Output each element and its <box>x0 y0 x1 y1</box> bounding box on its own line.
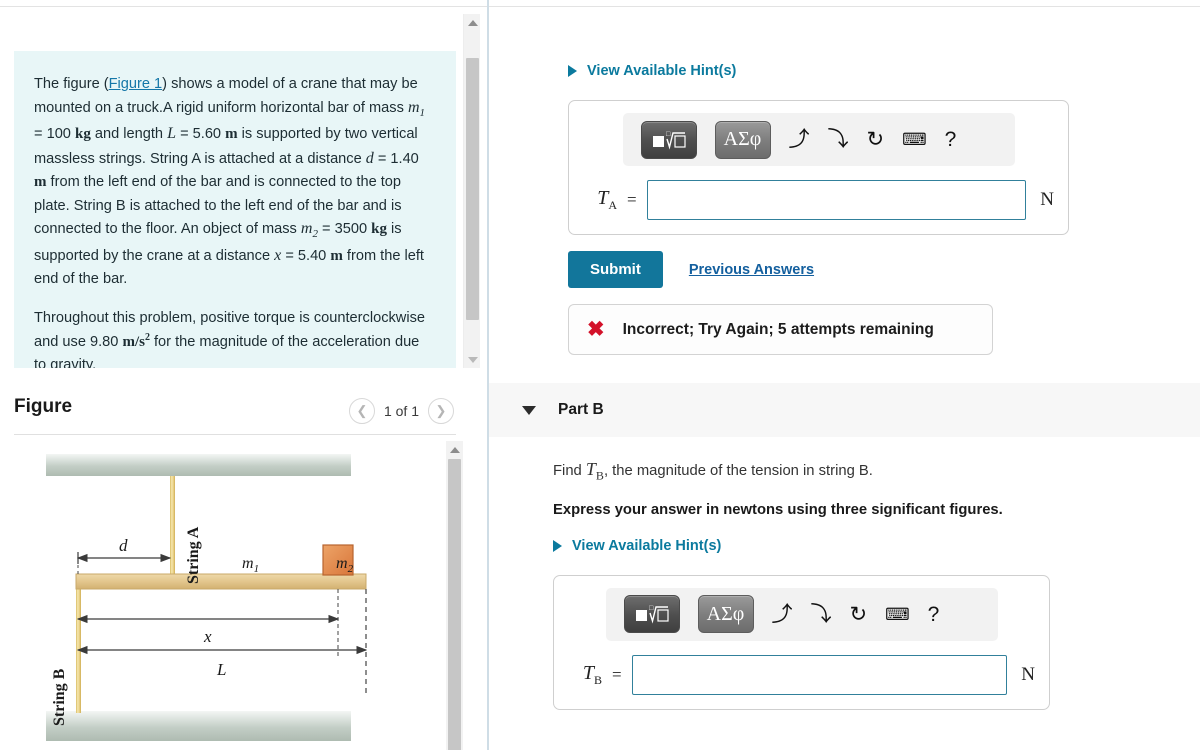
greek-symbols-button[interactable]: ΑΣφ <box>697 595 754 634</box>
part-b-header[interactable]: Part B <box>489 383 1200 437</box>
math-unit: m/s2 <box>122 331 150 350</box>
figure-prev-button[interactable]: ❮ <box>348 398 375 424</box>
svg-text:□: □ <box>666 130 671 138</box>
math-variable: m2 <box>300 220 318 241</box>
figure-viewport: d x L m1 m2 String A String B <box>14 441 463 750</box>
greek-symbols-button[interactable]: ΑΣφ <box>714 120 771 159</box>
label-string-b: String B <box>51 668 68 726</box>
math-variable: d <box>365 149 374 167</box>
part-b-answer-input[interactable] <box>631 654 1008 695</box>
caret-down-icon[interactable] <box>522 405 536 415</box>
submit-button[interactable]: Submit <box>568 251 663 288</box>
part-a-answer-card: □ ΑΣφ ⤴ ⤵ ↻ ⌨ ? TA = N <box>568 100 1069 235</box>
part-a-hints-label: View Available Hint(s) <box>587 63 737 79</box>
figure-title: Figure <box>14 396 73 417</box>
part-b-answer-card: □ ΑΣφ ⤴ ⤵ ↻ ⌨ ? TB = N <box>553 574 1050 710</box>
math-template-button[interactable]: □ <box>640 120 697 159</box>
left-panel: The figure (Figure 1) shows a model of a… <box>0 7 487 750</box>
greek-symbols-label: ΑΣφ <box>723 128 762 150</box>
part-b-math-toolbar: □ ΑΣφ ⤴ ⤵ ↻ ⌨ ? <box>605 587 998 641</box>
part-a-answer-symbol: TA <box>597 187 617 212</box>
part-a-math-toolbar: □ ΑΣφ ⤴ ⤵ ↻ ⌨ ? <box>622 113 1015 166</box>
label-string-a: String A <box>185 526 202 584</box>
part-b-body: Find TB, the magnitude of the tension in… <box>489 437 1200 710</box>
problem-statement-viewport: The figure (Figure 1) shows a model of a… <box>0 7 470 368</box>
previous-answers-link[interactable]: Previous Answers <box>689 262 814 278</box>
greek-symbols-label: ΑΣφ <box>706 602 745 625</box>
horizontal-bar <box>75 573 367 590</box>
scroll-up-arrow[interactable] <box>464 14 481 31</box>
error-x-icon: ✖ <box>587 318 605 341</box>
math-unit: kg <box>371 221 387 238</box>
part-a-unit: N <box>1040 189 1054 210</box>
part-b-instruction: Express your answer in newtons using thr… <box>553 501 1003 518</box>
part-a-equals: = <box>627 190 637 209</box>
redo-icon[interactable]: ⤵ <box>828 129 849 150</box>
dim-l-label: L <box>216 660 226 679</box>
crane-diagram: d x L m1 m2 String A String B <box>46 454 368 741</box>
problem-scrollbar[interactable] <box>463 14 480 368</box>
part-b-title: Part B <box>558 401 604 418</box>
string-a-line <box>170 476 175 588</box>
figure-scrollbar-thumb[interactable] <box>448 459 461 750</box>
dim-d-label: d <box>119 536 128 555</box>
part-a-submit-row: Submit Previous Answers <box>568 251 1200 288</box>
page-root: The figure (Figure 1) shows a model of a… <box>0 0 1200 750</box>
undo-icon[interactable]: ⤴ <box>772 604 793 625</box>
figure-1-link[interactable]: Figure 1 <box>109 76 163 92</box>
figure-nav: ❮ 1 of 1 ❯ <box>348 398 454 424</box>
bottom-plate <box>46 711 351 741</box>
help-icon[interactable]: ? <box>945 129 957 150</box>
part-a-feedback-text: Incorrect; Try Again; 5 attempts remaini… <box>622 320 934 338</box>
keyboard-icon[interactable]: ⌨ <box>885 606 910 623</box>
undo-icon[interactable]: ⤴ <box>789 129 810 150</box>
math-unit: m <box>34 174 47 191</box>
part-a-feedback: ✖ Incorrect; Try Again; 5 attempts remai… <box>568 304 993 355</box>
figure-scrollbar[interactable] <box>446 441 463 750</box>
figure-header: Figure ❮ 1 of 1 ❯ <box>0 390 470 434</box>
math-unit: kg <box>74 125 91 142</box>
math-variable: L <box>167 124 177 142</box>
part-b-hints-link[interactable]: View Available Hint(s) <box>553 538 1200 554</box>
figure-next-button[interactable]: ❯ <box>428 398 454 424</box>
svg-text:□: □ <box>649 604 654 612</box>
part-b-answer-symbol: TB <box>582 661 602 687</box>
help-icon[interactable]: ? <box>928 604 940 625</box>
figure-divider <box>14 434 456 435</box>
figure-counter: 1 of 1 <box>383 403 419 419</box>
part-b-input-row: TB = N <box>568 654 1035 695</box>
part-b-unit: N <box>1021 663 1035 685</box>
reset-icon[interactable]: ↻ <box>850 604 868 625</box>
problem-paragraph-2: Throughout this problem, positive torque… <box>34 309 425 368</box>
problem-paragraph-1: The figure (Figure 1) shows a model of a… <box>34 76 426 288</box>
expand-arrow-icon <box>553 539 562 552</box>
expand-arrow-icon <box>568 65 577 77</box>
right-panel: View Available Hint(s) □ ΑΣφ ⤴ ⤵ ↻ ⌨ ? T… <box>489 7 1200 750</box>
math-unit: m <box>330 247 343 264</box>
part-a-answer-input[interactable] <box>646 180 1027 220</box>
math-variable: x <box>274 246 282 264</box>
figure-scroll-up-arrow[interactable] <box>446 441 463 458</box>
scrollbar-thumb[interactable] <box>466 58 479 320</box>
problem-statement: The figure (Figure 1) shows a model of a… <box>14 51 456 368</box>
math-variable: m1 <box>407 98 426 119</box>
scroll-down-arrow[interactable] <box>464 351 481 368</box>
dim-x-label: x <box>203 627 212 646</box>
label-m1: m1 <box>242 555 259 575</box>
redo-icon[interactable]: ⤵ <box>811 604 832 625</box>
keyboard-icon[interactable]: ⌨ <box>902 131 927 148</box>
part-b-equals: = <box>612 664 622 684</box>
reset-icon[interactable]: ↻ <box>867 129 885 150</box>
part-a-hints-link[interactable]: View Available Hint(s) <box>568 63 1200 79</box>
part-a-input-row: TA = N <box>583 180 1054 220</box>
top-plate <box>46 454 351 476</box>
math-template-button[interactable]: □ <box>623 595 680 634</box>
part-b-prompt: Find TB, the magnitude of the tension in… <box>553 459 873 483</box>
math-unit: m <box>225 125 238 142</box>
part-b-hints-label: View Available Hint(s) <box>572 537 722 554</box>
